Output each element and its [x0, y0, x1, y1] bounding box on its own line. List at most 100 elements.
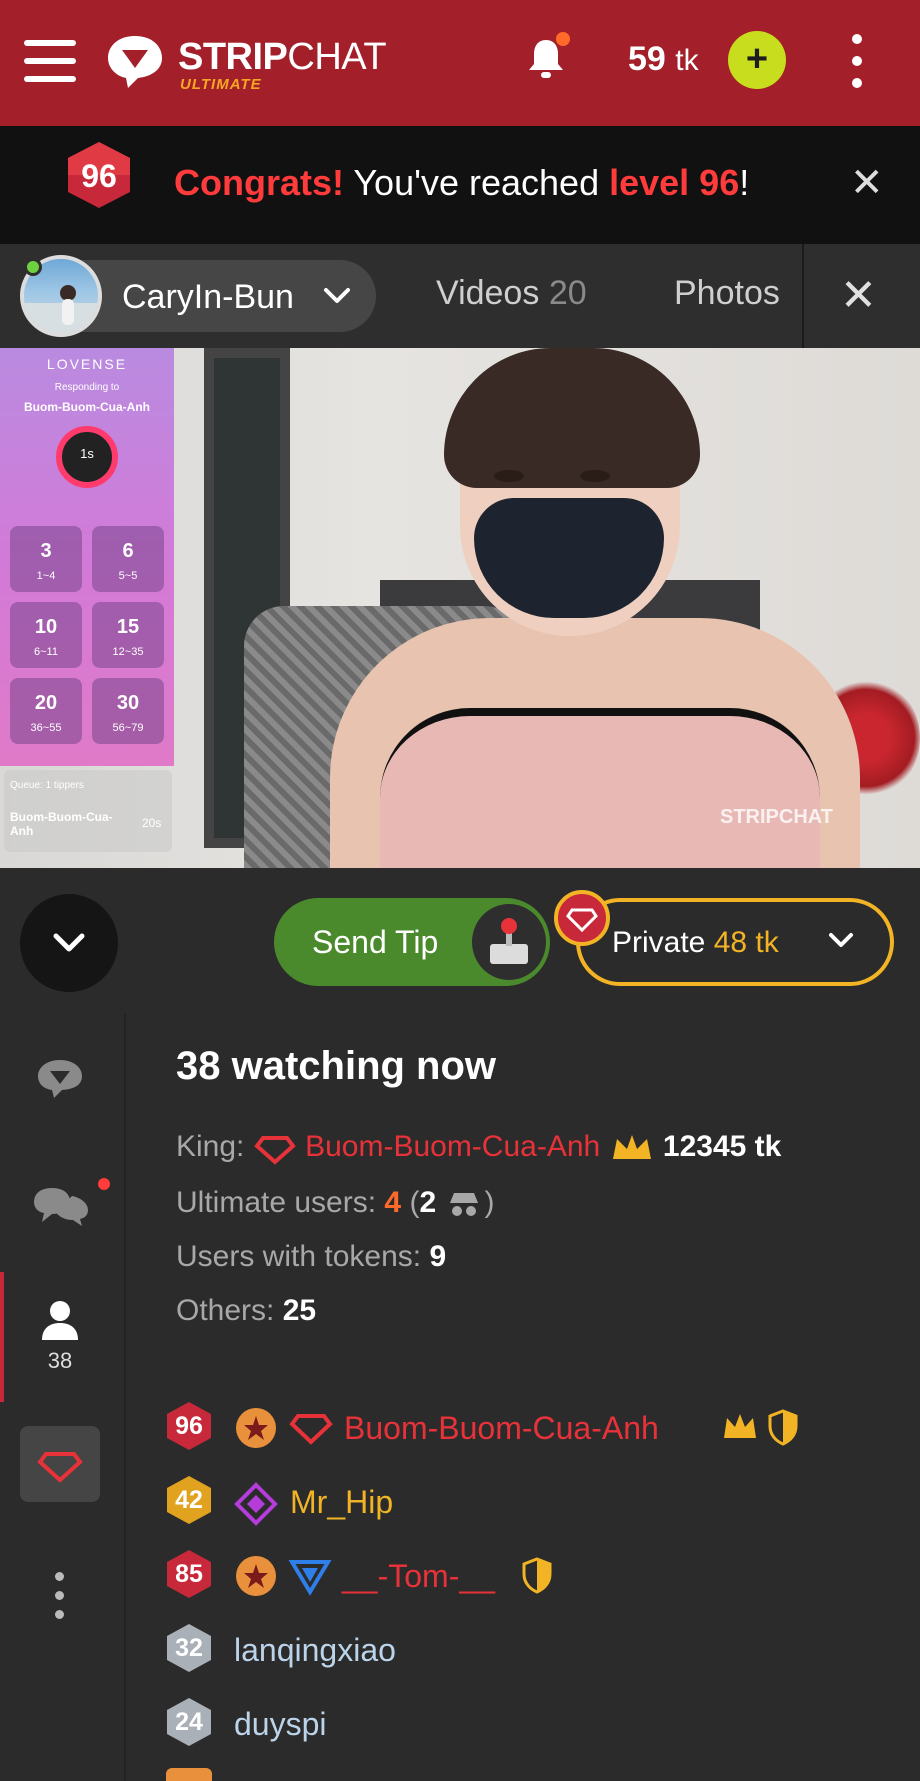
ultimate-hidden-count: 2 — [419, 1186, 437, 1219]
chevron-down-icon — [324, 288, 350, 303]
partial-level-badge — [166, 1768, 212, 1781]
add-tokens-button[interactable]: + — [728, 31, 786, 89]
diamond-icon — [37, 1452, 83, 1483]
model-profile-button[interactable]: CaryIn-Bun — [20, 255, 376, 337]
congrats-level: level 96 — [609, 162, 740, 203]
ultimate-diamond-icon — [554, 890, 610, 946]
stripchat-logo-icon[interactable] — [104, 30, 166, 92]
king-label: King: — [176, 1130, 245, 1163]
congrats-close-button[interactable]: ✕ — [850, 160, 884, 206]
diamond-icon — [234, 1482, 278, 1526]
sidebar-more-icon[interactable] — [55, 1572, 67, 1628]
lovense-level-cell[interactable]: 6 5~5 — [92, 526, 164, 592]
level-value: 20 — [34, 692, 58, 714]
watching-count: 38 watching now — [176, 1044, 497, 1088]
congrats-middle: You've reached — [344, 162, 610, 203]
others-line: Others: 25 — [176, 1294, 316, 1328]
token-balance[interactable]: 59 tk — [628, 40, 699, 79]
tab-videos-label: Videos — [436, 274, 540, 312]
active-tab-indicator — [0, 1272, 4, 1402]
level-number: 85 — [175, 1560, 203, 1588]
send-tip-label: Send Tip — [312, 924, 439, 960]
tab-photos[interactable]: Photos — [674, 274, 780, 313]
lovense-level-cell[interactable]: 30 56~79 — [92, 678, 164, 744]
users-count: 38 — [47, 1348, 73, 1373]
user-list-item[interactable]: 85 __-Tom-__ — [164, 1548, 584, 1604]
send-tip-button[interactable]: Send Tip — [274, 898, 550, 986]
private-price: 48 tk — [713, 926, 779, 959]
sidebar — [0, 1014, 126, 1781]
logo-text[interactable]: STRIPCHAT — [178, 36, 387, 79]
notification-dot — [554, 30, 572, 48]
private-messages-icon[interactable] — [30, 1182, 92, 1230]
level-range: 12~35 — [112, 646, 144, 658]
level-value: 6 — [122, 540, 134, 562]
congrats-banner: 96 Congrats! You've reached level 96! ✕ — [0, 126, 920, 244]
user-list-item[interactable]: 32 lanqingxiao — [164, 1622, 484, 1678]
level-range: 5~5 — [118, 570, 138, 582]
king-line: King: Buom-Buom-Cua-Anh 12345 tk — [176, 1130, 781, 1166]
performer-top — [380, 708, 820, 868]
username: __-Tom-__ — [342, 1558, 495, 1594]
level-range: 36~55 — [30, 722, 62, 734]
ultimate-tab[interactable] — [20, 1426, 100, 1502]
username: Mr_Hip — [290, 1484, 394, 1520]
lovense-level-cell[interactable]: 15 12~35 — [92, 602, 164, 668]
chat-icon[interactable] — [34, 1056, 86, 1102]
lovense-level-cell[interactable]: 10 6~11 — [10, 602, 82, 668]
level-number: 24 — [175, 1708, 203, 1736]
lovense-title: LOVENSE — [46, 356, 128, 372]
level-badge: 32 — [164, 1622, 214, 1674]
lovense-level-cell[interactable]: 3 1~4 — [10, 526, 82, 592]
more-options-icon[interactable] — [852, 34, 864, 90]
congrats-end: ! — [739, 162, 750, 203]
collapse-button[interactable] — [20, 894, 118, 992]
video-player[interactable]: STRIPCHAT LOVENSE Responding to Buom-Buo… — [0, 348, 920, 868]
king-tokens: 12345 tk — [662, 1130, 782, 1163]
model-name: CaryIn-Bun — [122, 278, 294, 316]
lovense-queue-user: Buom-Buom-Cua-Anh — [10, 810, 113, 838]
user-list-item[interactable]: 96 Buom-Buom-Cua-Anh — [164, 1400, 824, 1456]
level-badge-number: 96 — [81, 158, 117, 194]
token-unit: tk — [675, 44, 699, 77]
lovense-queue-time: 20s — [142, 816, 162, 830]
video-watermark: STRIPCHAT — [720, 806, 833, 828]
tab-videos[interactable]: Videos 20 — [436, 274, 587, 313]
model-bar: CaryIn-Bun Videos 20 Photos ✕ — [0, 244, 920, 348]
level-number: 96 — [175, 1412, 203, 1440]
lovense-responding: Responding to — [54, 382, 120, 393]
user-list-item[interactable]: 24 duyspi — [164, 1696, 404, 1752]
menu-icon[interactable] — [24, 40, 76, 82]
tab-videos-count: 20 — [548, 274, 587, 312]
lovense-timer: 1s — [56, 426, 118, 488]
congrats-word: Congrats! — [174, 162, 344, 203]
private-label: Private — [612, 926, 706, 959]
crown-icon — [724, 1414, 756, 1438]
ultimate-users-count: 4 — [384, 1186, 402, 1219]
performer-eye — [494, 470, 524, 482]
chevron-down-icon — [829, 933, 853, 947]
users-icon[interactable] — [38, 1298, 82, 1342]
level-range: 1~4 — [36, 570, 56, 582]
level-badge: 85 — [164, 1548, 214, 1600]
level-value: 3 — [40, 540, 52, 562]
lovense-level-cell[interactable]: 20 36~55 — [10, 678, 82, 744]
level-number: 42 — [175, 1486, 203, 1514]
close-stream-button[interactable]: ✕ — [840, 270, 877, 321]
diamond-icon — [254, 1136, 296, 1165]
joystick-icon — [472, 904, 546, 980]
logo-subtitle: ULTIMATE — [180, 76, 262, 93]
private-show-button[interactable]: Private 48 tk — [576, 898, 894, 986]
level-badge: 42 — [164, 1474, 214, 1526]
user-list-item[interactable]: 42 Mr_Hip — [164, 1474, 564, 1530]
token-users-line: Users with tokens: 9 — [176, 1240, 446, 1274]
logo-strip: STRIP — [178, 36, 288, 78]
lovense-queue-label: Queue: 1 tippers — [10, 780, 84, 791]
level-number: 32 — [175, 1634, 203, 1662]
token-users-count: 9 — [429, 1240, 447, 1273]
ultimate-users-line: Ultimate users: 4 (2 ) — [176, 1186, 495, 1219]
king-name[interactable]: Buom-Buom-Cua-Anh — [305, 1130, 600, 1163]
lovense-user: Buom-Buom-Cua-Anh — [24, 400, 150, 414]
action-bar: Send Tip Private 48 tk — [0, 868, 920, 1014]
star-icon — [236, 1556, 276, 1596]
